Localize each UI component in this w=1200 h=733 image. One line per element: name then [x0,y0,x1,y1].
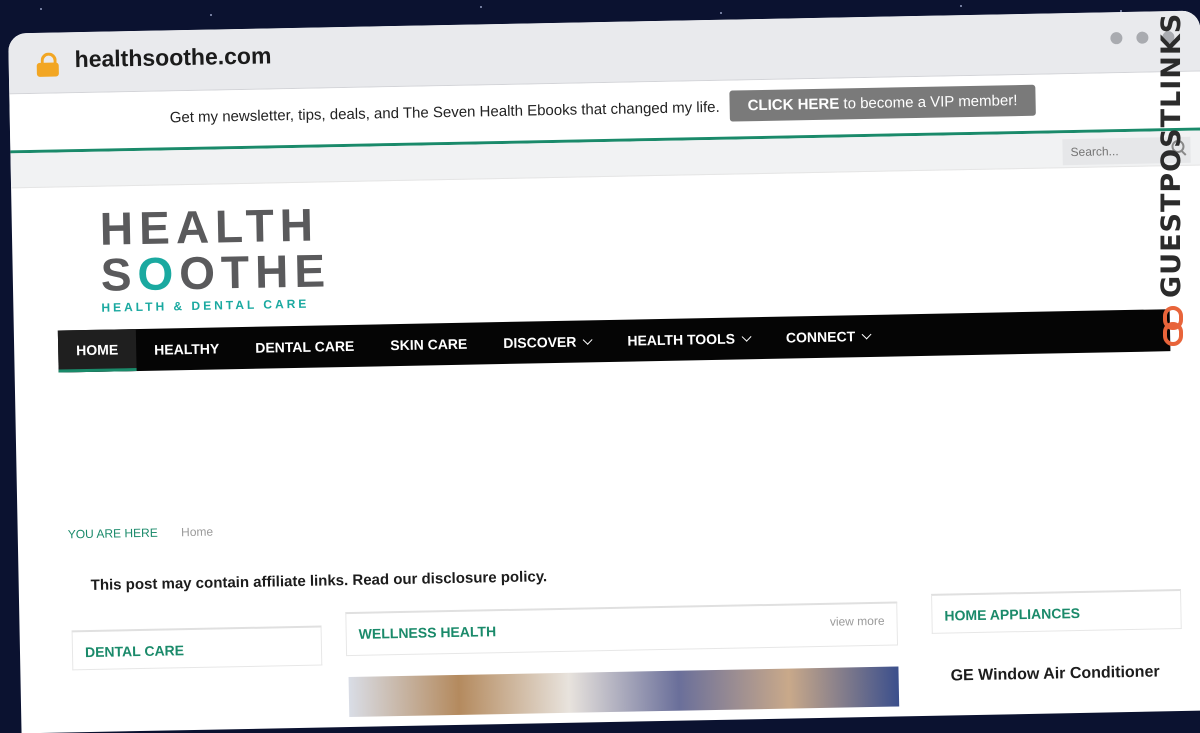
breadcrumb: YOU ARE HERE Home [68,525,214,542]
section-wellness-health: WELLNESS HEALTH view more [345,601,899,657]
logo-o-mark: O [136,247,180,300]
nav-item-skin-care[interactable]: SKIN CARE [372,322,486,366]
link-chain-icon [1163,306,1183,346]
chevron-down-icon [582,334,593,345]
nav-item-discover[interactable]: DISCOVER [485,320,610,364]
browser-window: healthsoothe.com Get my newsletter, tips… [8,10,1200,733]
nav-label: DISCOVER [503,333,577,351]
section-title[interactable]: DENTAL CARE [85,642,184,660]
section-dental-care: DENTAL CARE [71,625,323,671]
nav-item-home[interactable]: HOME [57,329,137,373]
breadcrumb-label: YOU ARE HERE [67,525,158,542]
nav-item-connect[interactable]: CONNECT [768,315,889,359]
nav-label: CONNECT [785,328,856,346]
section-title[interactable]: HOME APPLIANCES [944,605,1080,624]
nav-item-health-tools[interactable]: HEALTH TOOLS [609,317,768,362]
nav-item-dental-care[interactable]: DENTAL CARE [237,325,373,370]
article-title-link[interactable]: GE Window Air Conditioner [950,663,1159,685]
window-dot-icon[interactable] [1136,31,1149,44]
section-home-appliances: HOME APPLIANCES [931,589,1182,634]
wellness-article-image[interactable] [348,666,900,718]
main-nav: HOME HEALTHY DENTAL CARE SKIN CARE DISCO… [57,309,1171,373]
nav-label: HOME [76,340,119,358]
guestpostlinks-watermark: GUESTPOSTLINKS [1156,13,1192,358]
vip-member-button[interactable]: CLICK HERE to become a VIP member! [729,84,1036,122]
chevron-down-icon [741,331,752,342]
logo-line-2: SOOTHE [100,244,332,301]
view-more-link[interactable]: view more [830,614,885,629]
logo-rest: OTHE [178,244,332,300]
affiliate-disclosure[interactable]: This post may contain affiliate links. R… [91,568,548,594]
chevron-down-icon [861,329,872,339]
vip-cta-bold: CLICK HERE [747,95,840,115]
vip-cta-rest: to become a VIP member! [839,92,1018,113]
logo-line-1: HEALTH [99,198,320,255]
nav-label: HEALTHY [154,340,220,358]
url-text[interactable]: healthsoothe.com [74,42,271,73]
site-logo[interactable]: HEALTH SOOTHE HEALTH & DENTAL CARE [99,198,332,315]
breadcrumb-home-link[interactable]: Home [181,525,213,540]
newsletter-text: Get my newsletter, tips, deals, and The … [169,98,720,127]
nav-label: HEALTH TOOLS [627,330,736,349]
logo-s: S [100,248,138,301]
logo-tagline: HEALTH & DENTAL CARE [101,296,310,315]
window-dot-icon[interactable] [1110,32,1123,45]
section-title[interactable]: WELLNESS HEALTH [359,623,497,642]
lock-icon [36,52,59,77]
watermark-text: GUESTPOSTLINKS [1156,12,1187,298]
nav-label: DENTAL CARE [255,337,355,356]
nav-item-healthy[interactable]: HEALTHY [136,327,238,371]
nav-label: SKIN CARE [390,335,468,354]
